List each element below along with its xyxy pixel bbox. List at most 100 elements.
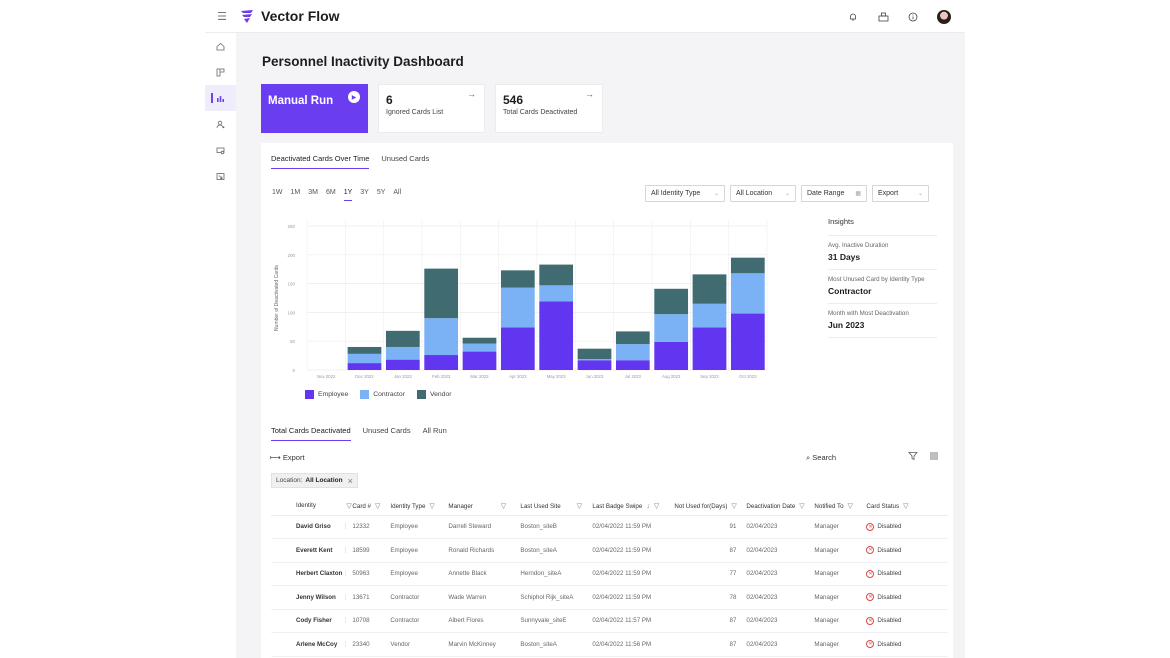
table-row[interactable]: Everett Kent ⋮ 18599 Employee Ronald Richard…: [271, 538, 948, 563]
organization-icon[interactable]: [877, 11, 889, 23]
table-row[interactable]: Cody Fisher ⋮ 10708 Contractor Albert Flores…: [271, 609, 948, 633]
table-search[interactable]: ⌕ Search: [806, 453, 836, 463]
sidebar-item-layout[interactable]: [205, 59, 236, 85]
arrow-right-icon[interactable]: →: [585, 89, 594, 99]
tab-total-cards-deactivated[interactable]: Total Cards Deactivated: [271, 426, 351, 441]
filter-icon[interactable]: ▽: [903, 503, 908, 510]
menu-toggle-icon[interactable]: ☰: [205, 10, 239, 23]
col-deactivation-date[interactable]: Deactivation Date ▽: [746, 497, 815, 516]
ignored-cards-card[interactable]: 6 Ignored Cards List →: [378, 84, 485, 133]
row-menu-icon[interactable]: ⋮: [342, 538, 353, 563]
row-menu-icon[interactable]: ⋮: [342, 609, 353, 633]
table-tabs: Total Cards Deactivated Unused Cards All…: [271, 426, 447, 441]
col-card-status[interactable]: Card Status ▽: [866, 497, 948, 516]
col-label: Last Badge Swipe: [592, 502, 643, 510]
bar-segment-vendor: [347, 346, 382, 354]
filter-icon[interactable]: ▽: [654, 503, 659, 510]
user-avatar[interactable]: [937, 9, 951, 24]
identity-type-cell: Employee: [390, 562, 449, 586]
sidebar-item-reports[interactable]: [205, 163, 236, 189]
sidebar-item-analytics[interactable]: [205, 85, 236, 111]
sort-down-icon[interactable]: ↓: [646, 503, 650, 510]
sidebar-item-devices[interactable]: [205, 137, 236, 163]
table-row[interactable]: Herbert Claxton ⋮ 50963 Employee Annette Bla…: [271, 562, 948, 586]
manual-run-button[interactable]: Manual Run ▶: [261, 84, 368, 133]
range-5y[interactable]: 5Y: [377, 189, 386, 201]
filter-icon[interactable]: ▽: [731, 503, 736, 510]
filter-icon[interactable]: ▽: [577, 503, 582, 510]
tab-all-run[interactable]: All Run: [423, 426, 447, 441]
deactivation-date-cell: 02/04/2023: [746, 585, 815, 610]
arrow-right-icon[interactable]: →: [467, 89, 476, 99]
filter-icon[interactable]: ▽: [848, 503, 853, 510]
filter-icon[interactable]: [908, 451, 918, 463]
legend-label: Vendor: [429, 391, 452, 398]
y-tick-label: 250: [287, 224, 295, 229]
date-range-picker[interactable]: Date Range ▦: [801, 185, 867, 202]
last-badge-swipe-cell: 02/04/2022 11:59 PM: [592, 515, 675, 539]
col-manager[interactable]: Manager ▽: [448, 497, 521, 516]
row-menu-icon[interactable]: ⋮: [342, 515, 353, 539]
bar-segment-contractor: [692, 303, 727, 328]
date-range-value: Date Range: [807, 190, 845, 197]
col-card[interactable]: Card # ▽: [352, 497, 391, 516]
identity-cell: Herbert Claxton: [271, 562, 343, 586]
range-all[interactable]: All: [393, 189, 401, 201]
range-1m[interactable]: 1M: [291, 189, 301, 201]
row-menu-icon[interactable]: ⋮: [342, 585, 353, 610]
table-row[interactable]: Arlene McCoy ⋮ 23340 Vendor Marvin McKinney B…: [271, 632, 948, 657]
identity-cell: Cody Fisher: [271, 609, 343, 633]
range-1w[interactable]: 1W: [272, 189, 283, 201]
bar-segment-contractor: [462, 343, 497, 352]
bell-icon[interactable]: [847, 11, 859, 23]
sidebar-item-users[interactable]: [205, 111, 236, 137]
close-icon[interactable]: ×: [348, 476, 353, 486]
legend-employee[interactable]: Employee: [305, 390, 348, 399]
deactivated-cards-chart: 0 50 100 150 200 250 Number of Deactivated Car…: [267, 218, 777, 403]
logo[interactable]: Vector Flow: [239, 8, 340, 24]
table-row[interactable]: Jenny Wilson ⋮ 13671 Contractor Wade Warren S…: [271, 585, 948, 610]
column-settings-icon[interactable]: [929, 451, 939, 463]
col-last-badge-swipe[interactable]: Last Badge Swipe ↓ ▽: [592, 497, 675, 516]
play-icon: ▶: [348, 91, 360, 103]
chip-label: Location:: [276, 477, 303, 484]
filter-icon[interactable]: ▽: [375, 503, 380, 510]
col-identity[interactable]: Identity: [271, 497, 343, 516]
table-row[interactable]: David Griso ⋮ 12332 Employee Darrell Steward…: [271, 515, 948, 539]
tab-unused-cards-table[interactable]: Unused Cards: [363, 426, 411, 441]
filter-icon[interactable]: ▽: [501, 503, 506, 510]
range-1y[interactable]: 1Y: [343, 189, 353, 201]
info-icon[interactable]: [907, 11, 919, 23]
sidebar-item-home[interactable]: [205, 33, 236, 59]
status-label: Disabled: [877, 523, 902, 531]
range-3y[interactable]: 3Y: [360, 189, 369, 201]
manager-cell: Marvin McKinney: [448, 632, 521, 657]
row-menu-icon[interactable]: ⋮: [342, 632, 353, 657]
filter-icon[interactable]: ▽: [346, 503, 351, 510]
table-export-button[interactable]: ⟼ Export: [270, 453, 305, 462]
tab-unused-cards[interactable]: Unused Cards: [381, 154, 429, 169]
filter-icon[interactable]: ▽: [429, 503, 434, 510]
table-body: David Griso ⋮ 12332 Employee Darrell Steward…: [271, 515, 948, 657]
range-3m[interactable]: 3M: [308, 189, 318, 201]
col-identity-type[interactable]: Identity Type ▽: [390, 497, 449, 516]
total-deactivated-card[interactable]: 546 Total Cards Deactivated →: [495, 84, 603, 133]
location-dropdown[interactable]: All Location ⌄: [730, 185, 796, 202]
row-menu-icon[interactable]: ⋮: [342, 562, 353, 586]
insight-most-deactivation-month: Month with Most Deactivation Jun 2023: [828, 304, 937, 338]
export-dropdown[interactable]: Export ⌄: [872, 185, 929, 202]
col-notified-to[interactable]: Notified To ▽: [814, 497, 867, 516]
col-filter[interactable]: ▽: [342, 497, 353, 516]
range-6m[interactable]: 6M: [326, 189, 336, 201]
col-not-used-days[interactable]: Not Used for(Days) ▽: [674, 497, 747, 516]
bar-segment-vendor: [424, 268, 459, 319]
col-last-used-site[interactable]: Last Used Site ▽: [520, 497, 593, 516]
filter-icon[interactable]: ▽: [799, 503, 804, 510]
bar-segment-vendor: [462, 337, 497, 344]
legend-contractor[interactable]: Contractor: [360, 390, 405, 399]
tab-deactivated-over-time[interactable]: Deactivated Cards Over Time: [271, 154, 370, 169]
ignored-cards-count: 6: [386, 93, 393, 107]
legend-vendor[interactable]: Vendor: [416, 390, 452, 399]
identity-type-dropdown[interactable]: All Identity Type ⌄: [645, 185, 725, 202]
bar-segment-employee: [615, 360, 650, 370]
